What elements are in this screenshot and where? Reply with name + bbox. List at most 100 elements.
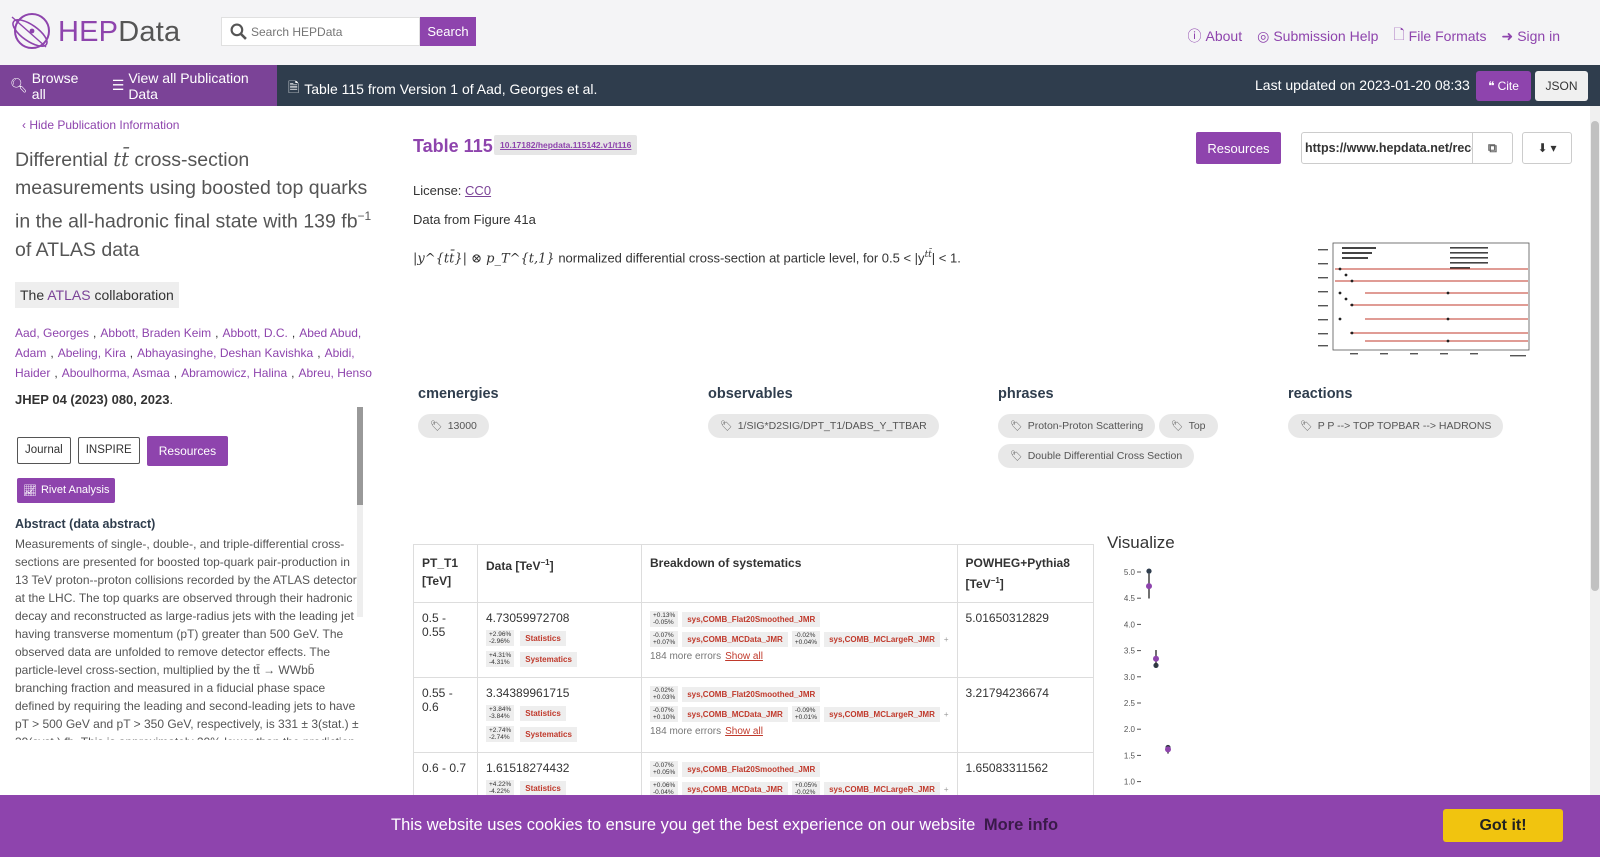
- browse-group: 🔍︎ Browse all ☰ View all Publication Data: [0, 65, 277, 106]
- keyword-chip[interactable]: 🏷︎ Proton-Proton Scattering: [998, 414, 1156, 438]
- quote-icon: ❝: [1488, 79, 1495, 93]
- hepdata-logo[interactable]: HEPData: [8, 11, 180, 53]
- data-point[interactable]: [1146, 583, 1152, 590]
- err-down: -4.31%: [489, 659, 510, 666]
- nav-about[interactable]: ⓘ About: [1188, 24, 1243, 48]
- author-link[interactable]: Abhayasinghe, Deshan Kavishka: [137, 346, 313, 360]
- nav-file-formats[interactable]: 🗋 File Formats: [1393, 24, 1486, 48]
- more-errors: 184 more errors Show all: [650, 651, 949, 662]
- cite-button[interactable]: ❝ Cite: [1476, 71, 1531, 101]
- keyword-chip[interactable]: 🏷︎ Double Differential Cross Section: [998, 444, 1195, 468]
- author-link[interactable]: Abbott, Braden Keim: [100, 326, 211, 340]
- brand-data: Data: [118, 15, 181, 48]
- chip-label: 1/SIG*D2SIG/DPT_T1/DABS_Y_TTBAR: [737, 420, 927, 432]
- author-link[interactable]: Aad, Georges: [15, 326, 89, 340]
- data-cell: 4.73059972708 +2.96% -2.96% Statistics +4.…: [477, 602, 642, 678]
- abstract-scrollbar[interactable]: [357, 407, 363, 617]
- abstract-text: Measurements of single-, double-, and tr…: [15, 536, 359, 740]
- err-down: -0.05%: [653, 619, 674, 626]
- inspire-button[interactable]: INSPIRE: [77, 436, 140, 464]
- search-button[interactable]: Search: [420, 17, 476, 46]
- title-part: of ATLAS data: [15, 238, 140, 261]
- title-sup: −1: [357, 209, 372, 223]
- stat-errors: +3.84% -3.84%: [486, 705, 515, 721]
- description-text: normalized differential cross-section at…: [558, 250, 925, 266]
- rivet-analysis-button[interactable]: 📈︎ Rivet Analysis: [17, 477, 116, 503]
- data-value: 1.61518274432: [486, 761, 570, 775]
- author-link[interactable]: Aboulhorma, Asmaa: [62, 366, 170, 380]
- figure-thumbnail[interactable]: [1310, 241, 1532, 361]
- prediction-value: 1.65083311562: [965, 761, 1049, 775]
- collaboration-link[interactable]: ATLAS: [47, 287, 90, 303]
- sys-errors: -0.02% +0.04%: [791, 631, 821, 647]
- keyword-chip[interactable]: 🏷︎ 1/SIG*D2SIG/DPT_T1/DABS_Y_TTBAR: [708, 414, 939, 438]
- column-header-powheg[interactable]: POWHEG+Pythia8 [TeV−1]: [956, 544, 1094, 603]
- keyword-heading: cmenergies: [418, 386, 499, 402]
- keyword-group-phrases: phrases 🏷︎ Proton-Proton Scattering 🏷︎ Top…: [998, 386, 1268, 474]
- table-url-field[interactable]: https://www.hepdata.net/record/ins207757…: [1302, 141, 1472, 155]
- err-up: +2.74%: [489, 727, 512, 734]
- cookie-accept-button[interactable]: Got it!: [1443, 809, 1563, 842]
- statistics-badge: +3.84% -3.84% Statistics: [486, 705, 566, 721]
- header-sup: −1: [990, 576, 1000, 585]
- view-all-link[interactable]: ☰ View all Publication Data: [112, 70, 277, 102]
- hide-publication-info-link[interactable]: ‹ Hide Publication Information: [22, 118, 385, 132]
- show-all-link[interactable]: Show all: [725, 651, 763, 662]
- show-all-link[interactable]: Show all: [725, 726, 763, 737]
- record-navbar: 🔍︎ Browse all ☰ View all Publication Data …: [0, 65, 1600, 106]
- keyword-group-reactions: reactions 🏷︎ P P --> TOP TOPBAR --> HADRO…: [1288, 386, 1504, 444]
- license-link[interactable]: CC0: [465, 183, 491, 198]
- cookie-text: This website uses cookies to ensure you …: [391, 816, 976, 834]
- visualize-chart[interactable]: 5.0 4.5 4.0 3.5 3.0 2.5 2.0 1.5 1.0: [1107, 558, 1217, 798]
- collab-post: collaboration: [94, 286, 174, 303]
- publication-resources-button[interactable]: Resources: [146, 435, 229, 466]
- keyword-chip[interactable]: 🏷︎ P P --> TOP TOPBAR --> HADRONS: [1288, 414, 1504, 438]
- data-point[interactable]: [1165, 746, 1171, 753]
- err-up: -0.02%: [794, 632, 816, 639]
- cookie-more-info-link[interactable]: More info: [984, 816, 1058, 834]
- keyword-heading: reactions: [1288, 386, 1353, 402]
- collab-pre: The: [20, 286, 45, 303]
- data-point[interactable]: [1153, 655, 1159, 662]
- nav-submission-help[interactable]: ◎ Submission Help: [1257, 24, 1378, 48]
- table-resources-button[interactable]: Resources: [1196, 132, 1281, 164]
- author-link[interactable]: Abramowicz, Halina: [181, 366, 287, 380]
- keyword-chip[interactable]: 🏷︎ 13000: [418, 414, 489, 438]
- author-link[interactable]: Abeling, Kira: [58, 346, 126, 360]
- nav-sign-in[interactable]: ➜ Sign in: [1501, 24, 1560, 48]
- err-up: +4.31%: [489, 652, 512, 659]
- rivet-label: Rivet Analysis: [40, 484, 110, 496]
- column-header-x[interactable]: PT_T1 [TeV]: [413, 544, 478, 603]
- journal-button[interactable]: Journal: [17, 436, 71, 464]
- prediction-point[interactable]: [1146, 568, 1152, 574]
- author-link[interactable]: Abbott, D.C.: [222, 326, 287, 340]
- search-box[interactable]: [221, 17, 420, 46]
- header-text: Data [TeV: [486, 559, 541, 573]
- err-up: +2.96%: [489, 631, 512, 638]
- err-down: +0.01%: [794, 714, 818, 721]
- table-description: |y^{tt̄}| ⊗ p_T^{t,1} normalized differe…: [413, 250, 961, 266]
- table-url-box: https://www.hepdata.net/record/ins207757…: [1301, 132, 1513, 164]
- browse-all-link[interactable]: 🔍︎ Browse all: [10, 70, 94, 102]
- search-input[interactable]: [251, 24, 411, 39]
- column-header-data[interactable]: Data [TeV−1]: [477, 544, 642, 603]
- abstract-scroll-thumb[interactable]: [357, 407, 363, 505]
- author-link[interactable]: Abreu, Henso: [299, 366, 372, 380]
- chip-label: P P --> TOP TOPBAR --> HADRONS: [1317, 420, 1492, 432]
- journal-text: JHEP 04 (2023) 080, 2023: [15, 391, 170, 407]
- y-tick-label: 4.0: [1124, 620, 1136, 629]
- page-scrollbar[interactable]: [1590, 106, 1600, 796]
- err-up: +4.22%: [489, 781, 512, 788]
- keyword-group-cmenergies: cmenergies 🏷︎ 13000: [418, 386, 499, 444]
- keyword-chip[interactable]: 🏷︎ Top: [1158, 414, 1218, 438]
- json-button[interactable]: JSON: [1535, 71, 1588, 101]
- systematics-badge: +4.31% -4.31% Systematics: [486, 651, 577, 667]
- site-header: HEPData Search ⓘAbout ◎Submission Help 🗋…: [0, 0, 1600, 65]
- page-scroll-thumb[interactable]: [1591, 121, 1599, 591]
- err-up: +3.84%: [489, 706, 512, 713]
- download-dropdown-button[interactable]: ⬇ ▾: [1522, 132, 1572, 164]
- err-up: +0.06%: [653, 782, 676, 789]
- copy-url-button[interactable]: ⧉: [1472, 133, 1512, 163]
- statistics-badge: +4.22% -4.22% Statistics: [486, 780, 566, 796]
- doi-badge[interactable]: 10.17182/hepdata.115142.v1/t116: [494, 135, 638, 155]
